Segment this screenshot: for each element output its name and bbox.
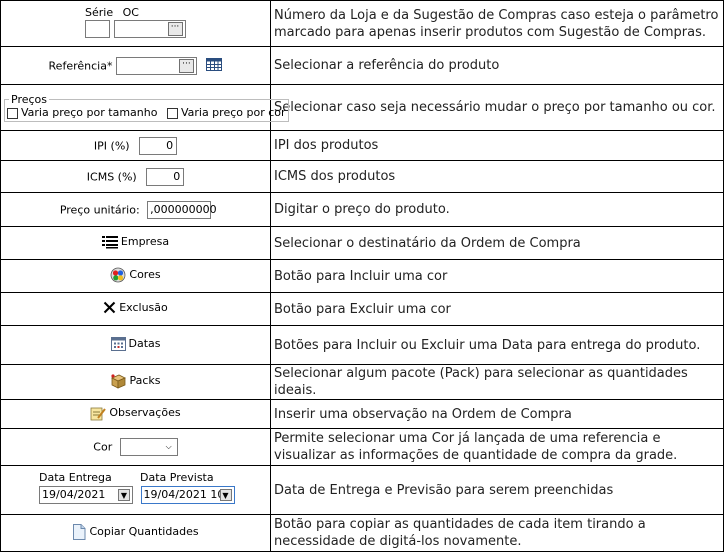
data-prevista-value: 19/04/2021 10: (143, 488, 229, 501)
list-icon (101, 235, 118, 249)
help-table: Série OC ··· Número da Loja e da Sugestã… (0, 0, 724, 552)
row-ipi: IPI (%) 0 IPI dos produtos (0, 130, 724, 161)
ui-cell: Datas (0, 325, 271, 365)
copiar-label: Copiar Quantidades (89, 525, 199, 538)
data-entrega-label: Data Entrega (39, 471, 112, 484)
referencia-label: Referência* (48, 59, 113, 72)
precos-group-label: Preços (11, 93, 47, 106)
datas-button[interactable]: Datas (110, 336, 161, 351)
ui-cell: Cor ⌵ (0, 428, 271, 466)
icms-label: ICMS (%) (86, 170, 137, 183)
packs-button[interactable]: Packs (110, 373, 161, 389)
description: ICMS dos produtos (270, 160, 724, 193)
varia-cor-label: Varia preço por cor (180, 106, 286, 119)
data-entrega-picker[interactable]: 19/04/2021 ▼ (39, 486, 133, 504)
ui-cell: Referência* ··· (0, 46, 271, 85)
document-copy-icon (72, 523, 86, 540)
dropdown-arrow-icon[interactable]: ▼ (118, 489, 130, 501)
precos-group: Preços Varia preço por tamanho Varia pre… (4, 93, 289, 122)
referencia-input[interactable]: ··· (115, 56, 197, 75)
oc-label: OC (122, 6, 139, 19)
row-packs: Packs Selecionar algum pacote (Pack) par… (0, 364, 724, 400)
icms-input[interactable]: 0 (146, 167, 185, 186)
row-precos: Preços Varia preço por tamanho Varia pre… (0, 84, 724, 131)
varia-tamanho-checkbox[interactable] (7, 107, 18, 119)
serie-label: Série (85, 6, 114, 19)
delete-x-icon (103, 301, 116, 314)
row-empresa: Empresa Selecionar o destinatário da Ord… (0, 226, 724, 260)
cores-button[interactable]: Cores (110, 267, 161, 283)
ui-cell: Preços Varia preço por tamanho Varia pre… (0, 84, 289, 131)
row-copiar: Copiar Quantidades Botão para copiar as … (0, 514, 724, 552)
dropdown-arrow-icon[interactable]: ▼ (219, 489, 232, 501)
description: Botão para Excluir uma cor (270, 292, 724, 326)
preco-label: Preço unitário: (59, 203, 140, 216)
exclusao-button[interactable]: Exclusão (103, 301, 168, 314)
serie-input[interactable] (85, 20, 110, 38)
row-icms: ICMS (%) 0 ICMS dos produtos (0, 160, 724, 193)
ipi-input[interactable]: 0 (139, 136, 178, 155)
row-datas: Datas Botões para Incluir ou Excluir uma… (0, 325, 724, 365)
ui-cell: Preço unitário: ,000000000 (0, 192, 271, 227)
description: Selecionar caso seja necessário mudar o … (270, 84, 724, 131)
ui-cell: Observações (0, 399, 271, 429)
row-observacoes: Observações Inserir uma observação na Or… (0, 399, 724, 429)
packs-label: Packs (129, 374, 161, 387)
cor-select[interactable]: ⌵ (119, 438, 178, 456)
description: Selecionar o destinatário da Ordem de Co… (270, 226, 724, 260)
varia-cor-checkbox[interactable] (166, 107, 178, 119)
copiar-quantidades-button[interactable]: Copiar Quantidades (72, 523, 199, 540)
description: Botão para Incluir uma cor (270, 259, 724, 293)
data-entrega-value: 19/04/2021 (42, 488, 106, 501)
datas-label: Datas (128, 337, 161, 350)
exclusao-label: Exclusão (119, 301, 168, 314)
oc-input[interactable]: ··· (113, 20, 186, 38)
ui-cell: IPI (%) 0 (0, 130, 271, 161)
ui-cell: Empresa (0, 226, 271, 260)
description: Botão para copiar as quantidades de cada… (270, 514, 724, 552)
referencia-lookup-button[interactable]: ··· (178, 58, 194, 73)
grid-icon[interactable] (206, 57, 223, 74)
ui-cell: Exclusão (0, 292, 271, 326)
row-cor: Cor ⌵ Permite selecionar uma Cor já lanç… (0, 428, 724, 466)
note-pencil-icon (90, 405, 107, 421)
ui-cell: Packs (0, 364, 271, 400)
row-cores: Cores Botão para Incluir uma cor (0, 259, 724, 293)
oc-lookup-button[interactable]: ··· (167, 22, 183, 36)
ui-cell: Data Entrega Data Prevista 19/04/2021 ▼ … (0, 465, 271, 515)
description: Permite selecionar uma Cor já lançada de… (270, 428, 724, 466)
description: Número da Loja e da Sugestão de Compras … (270, 0, 724, 47)
empresa-label: Empresa (120, 235, 170, 248)
ipi-label: IPI (%) (93, 139, 130, 152)
color-palette-icon (110, 267, 126, 283)
row-preco: Preço unitário: ,000000000 Digitar o pre… (0, 192, 724, 227)
calendar-icon (110, 336, 126, 351)
description: Inserir uma observação na Ordem de Compr… (270, 399, 724, 429)
description: Selecionar algum pacote (Pack) para sele… (270, 364, 724, 400)
description: Botões para Incluir ou Excluir uma Data … (270, 325, 724, 365)
row-exclusao: Exclusão Botão para Excluir uma cor (0, 292, 724, 326)
ui-cell: ICMS (%) 0 (0, 160, 271, 193)
description: Selecionar a referência do produto (270, 46, 724, 85)
ui-cell: Cores (0, 259, 271, 293)
cor-label: Cor (93, 440, 113, 454)
ui-cell: Copiar Quantidades (0, 514, 271, 552)
data-prevista-label: Data Prevista (140, 471, 214, 484)
description: IPI dos produtos (270, 130, 724, 161)
package-icon (110, 373, 127, 389)
empresa-button[interactable]: Empresa (101, 235, 170, 249)
ui-cell: Série OC ··· (0, 0, 271, 47)
description: Data de Entrega e Previsão para serem pr… (270, 465, 724, 515)
chevron-down-icon: ⌵ (165, 442, 172, 451)
row-datas-entrega: Data Entrega Data Prevista 19/04/2021 ▼ … (0, 465, 724, 515)
observacoes-label: Observações (109, 406, 181, 419)
preco-input[interactable]: ,000000000 (147, 200, 217, 219)
observacoes-button[interactable]: Observações (90, 405, 181, 421)
cores-label: Cores (129, 268, 161, 281)
varia-tamanho-label: Varia preço por tamanho (21, 106, 158, 119)
description: Digitar o preço do produto. (270, 192, 724, 227)
data-prevista-picker[interactable]: 19/04/2021 10: ▼ (140, 486, 235, 504)
row-referencia: Referência* ··· Selecionar a referência … (0, 46, 724, 85)
row-serie-oc: Série OC ··· Número da Loja e da Sugestã… (0, 0, 724, 47)
